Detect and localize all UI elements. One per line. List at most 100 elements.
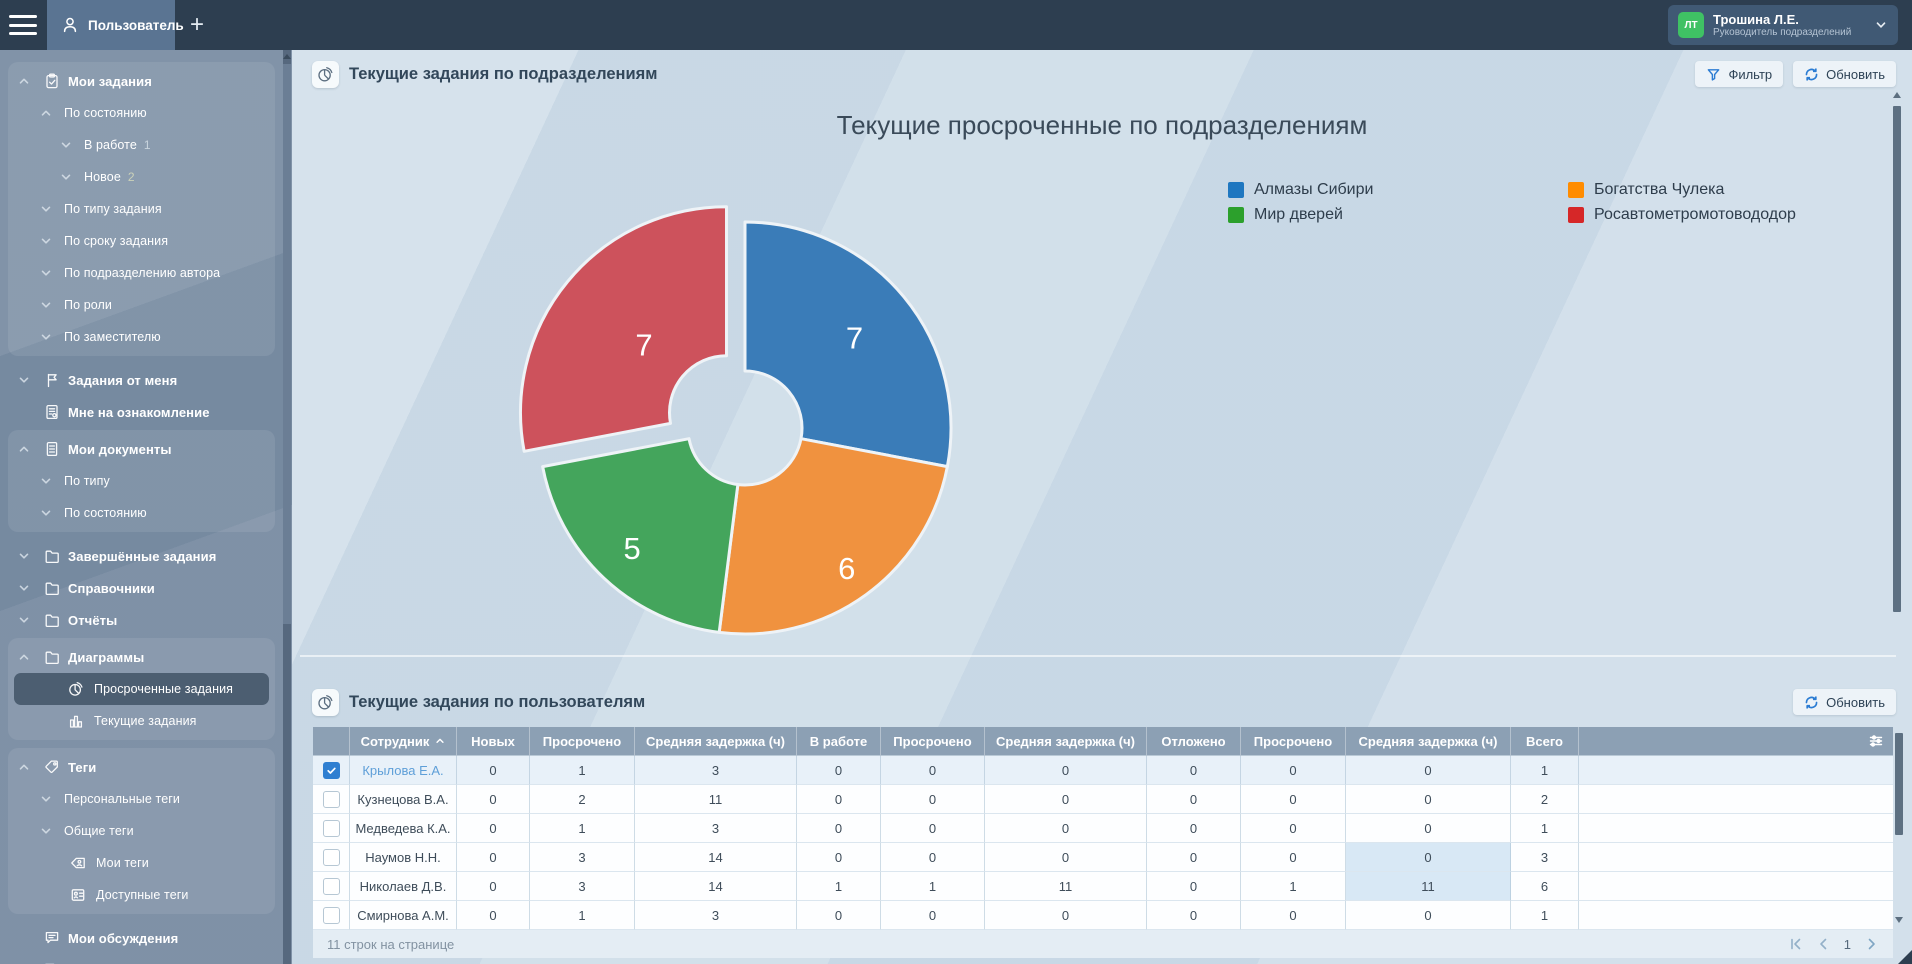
sidebar-item[interactable]: Диаграммы (8, 641, 275, 673)
row-checkbox[interactable] (323, 907, 340, 924)
column-header[interactable]: Всего (1511, 727, 1579, 756)
tag-user-icon (70, 855, 86, 871)
employee-name-cell[interactable]: Смирнова А.М. (350, 901, 457, 930)
sidebar-item[interactable]: Задания от меня (0, 364, 283, 396)
sidebar-item[interactable]: Доступные теги (8, 879, 275, 911)
table-row[interactable]: Медведева К.А.0130000001 (313, 814, 1893, 843)
pie-chart-icon (312, 61, 339, 88)
column-header[interactable]: Новых (457, 727, 530, 756)
employee-name-cell[interactable]: Наумов Н.Н. (350, 843, 457, 872)
sidebar-item[interactable]: Завершённые задания (0, 540, 283, 572)
legend-item[interactable]: Росавтометромотовододор (1568, 205, 1912, 225)
sidebar-item[interactable]: По типу (8, 465, 275, 497)
table-row[interactable]: Николаев Д.В.0314111101116 (313, 872, 1893, 901)
value-cell: 0 (797, 901, 881, 930)
scroll-up-icon[interactable] (283, 54, 291, 59)
table-row[interactable]: Кузнецова В.А.02110000002 (313, 785, 1893, 814)
value-cell: 0 (1147, 785, 1241, 814)
donut-chart[interactable]: 7657 (480, 165, 1020, 705)
refresh-button[interactable]: Обновить (1793, 689, 1896, 715)
row-checkbox[interactable] (323, 849, 340, 866)
sidebar-item[interactable]: Общие теги (8, 815, 275, 847)
sort-asc-icon (435, 736, 445, 746)
panel-title: Текущие задания по подразделениям (349, 65, 657, 84)
chart-scrollbar[interactable] (1892, 90, 1902, 654)
donut-slice[interactable] (521, 207, 727, 452)
sidebar-item[interactable]: Мои теги (8, 847, 275, 879)
sidebar-item[interactable]: В работе1 (8, 129, 275, 161)
sidebar-item[interactable]: По типу задания (8, 193, 275, 225)
sidebar-item[interactable]: По состоянию (8, 97, 275, 129)
scrollbar-thumb[interactable] (283, 64, 291, 624)
row-checkbox[interactable] (323, 791, 340, 808)
refresh-icon (1804, 67, 1819, 82)
sidebar-item[interactable]: По роли (8, 289, 275, 321)
value-cell: 0 (985, 901, 1147, 930)
sidebar-item-label: Персональные теги (64, 792, 180, 806)
refresh-button[interactable]: Обновить (1793, 61, 1896, 87)
sidebar-item[interactable]: Последние обсуждения (0, 954, 283, 964)
table-row[interactable]: Смирнова А.М.0130000001 (313, 901, 1893, 930)
chevron-down-icon (40, 825, 52, 837)
sidebar-item[interactable]: Мои задания (8, 65, 275, 97)
table-settings-icon[interactable] (1868, 733, 1884, 749)
column-header[interactable]: В работе (797, 727, 881, 756)
column-header[interactable]: Просрочено (1241, 727, 1346, 756)
sidebar-item[interactable]: Персональные теги (8, 783, 275, 815)
employee-name-cell[interactable]: Крылова Е.А. (350, 756, 457, 785)
user-menu[interactable]: ЛТ Трошина Л.Е. Руководитель подразделен… (1668, 5, 1898, 45)
sidebar-section: Мои обсужденияПоследние обсужденияПодпис… (0, 922, 283, 964)
sidebar-item[interactable]: Теги (8, 751, 275, 783)
first-page-button[interactable] (1788, 937, 1802, 951)
column-header[interactable]: Отложено (1147, 727, 1241, 756)
employee-name-cell[interactable]: Медведева К.А. (350, 814, 457, 843)
sidebar-scrollbar[interactable] (283, 50, 291, 964)
value-cell: 3 (635, 901, 797, 930)
next-page-button[interactable] (1865, 937, 1879, 951)
sidebar-item[interactable]: Новое2 (8, 161, 275, 193)
add-tab-button[interactable]: + (180, 0, 214, 50)
column-header[interactable]: Просрочено (881, 727, 985, 756)
column-header[interactable]: Средняя задержка (ч) (985, 727, 1147, 756)
column-header[interactable]: Средняя задержка (ч) (1346, 727, 1511, 756)
employee-name-cell[interactable]: Николаев Д.В. (350, 872, 457, 901)
tab-user[interactable]: Пользователь (47, 0, 175, 50)
scroll-down-icon[interactable] (1895, 917, 1903, 923)
filter-button[interactable]: Фильтр (1695, 61, 1783, 87)
sidebar-item[interactable]: По подразделению автора (8, 257, 275, 289)
sidebar-item[interactable]: По сроку задания (8, 225, 275, 257)
scrollbar-thumb[interactable] (1895, 733, 1903, 835)
scrollbar-thumb[interactable] (1893, 106, 1901, 612)
employee-name-cell[interactable]: Кузнецова В.А. (350, 785, 457, 814)
row-checkbox[interactable] (323, 820, 340, 837)
sidebar-item[interactable]: Мои обсуждения (0, 922, 283, 954)
sidebar-item[interactable]: Отчёты (0, 604, 283, 636)
resize-handle[interactable] (1898, 950, 1912, 964)
sidebar-item[interactable]: По заместителю (8, 321, 275, 353)
column-header[interactable]: Средняя задержка (ч) (635, 727, 797, 756)
sidebar-item[interactable]: Просроченные задания (14, 673, 269, 705)
row-checkbox[interactable] (323, 762, 340, 779)
sidebar-item[interactable]: Мои документы (8, 433, 275, 465)
doc-sign-icon (44, 404, 60, 420)
legend-item[interactable]: Алмазы Сибири (1228, 180, 1568, 200)
scroll-up-icon[interactable] (1893, 92, 1901, 98)
legend-item[interactable]: Мир дверей (1228, 205, 1568, 225)
column-header[interactable]: Просрочено (530, 727, 635, 756)
column-header[interactable]: Сотрудник (350, 727, 457, 756)
sidebar-item[interactable]: Справочники (0, 572, 283, 604)
sidebar-item[interactable]: По состоянию (8, 497, 275, 529)
sidebar-item[interactable]: Текущие задания (8, 705, 275, 737)
table-scrollbar[interactable] (1894, 729, 1904, 929)
avatar: ЛТ (1678, 12, 1704, 38)
menu-icon[interactable] (9, 15, 37, 35)
legend-item[interactable]: Богатства Чулека (1568, 180, 1912, 200)
prev-page-button[interactable] (1816, 937, 1830, 951)
row-checkbox[interactable] (323, 878, 340, 895)
table-row[interactable]: Наумов Н.Н.03140000003 (313, 843, 1893, 872)
table-row[interactable]: Крылова Е.А.0130000001 (313, 756, 1893, 785)
donut-slice[interactable] (719, 439, 947, 634)
user-icon (61, 16, 79, 34)
value-cell: 3 (1511, 843, 1579, 872)
sidebar-item[interactable]: Мне на ознакомление (0, 396, 283, 428)
